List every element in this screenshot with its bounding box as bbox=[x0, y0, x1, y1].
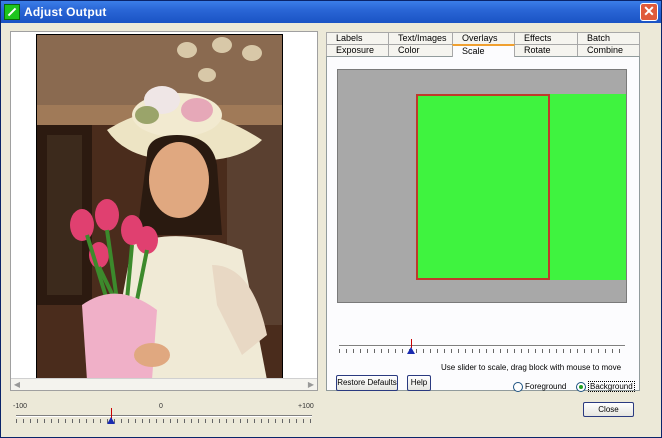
scale-canvas[interactable] bbox=[337, 69, 627, 303]
radio-foreground-dot[interactable] bbox=[513, 381, 523, 392]
tab-text-images[interactable]: Text/Images bbox=[388, 32, 453, 44]
tab-color[interactable]: Color bbox=[388, 44, 453, 56]
tab-labels[interactable]: Labels bbox=[326, 32, 389, 44]
horizontal-scrollbar[interactable]: ◀ ▶ bbox=[11, 378, 317, 390]
adjust-slider-thumb[interactable] bbox=[107, 417, 115, 424]
tab-scale[interactable]: Scale bbox=[452, 44, 515, 57]
radio-background[interactable]: Background bbox=[576, 381, 635, 393]
tab-overlays[interactable]: Overlays bbox=[452, 32, 515, 44]
tab-batch[interactable]: Batch bbox=[577, 32, 640, 44]
close-button[interactable]: Close bbox=[583, 402, 634, 417]
scale-block[interactable] bbox=[416, 94, 550, 280]
tab-effects[interactable]: Effects bbox=[514, 32, 578, 44]
radio-foreground[interactable]: Foreground bbox=[513, 381, 566, 393]
tab-rotate[interactable]: Rotate bbox=[514, 44, 578, 56]
adjust-output-dialog: Adjust Output ✕ ◀ ▶ -100 0 +100 Labels T… bbox=[0, 0, 662, 438]
tab-exposure[interactable]: Exposure bbox=[326, 44, 389, 56]
scale-slider-thumb[interactable] bbox=[407, 347, 415, 354]
slider-min-label: -100 bbox=[13, 403, 28, 410]
background-area bbox=[548, 94, 626, 280]
window-title: Adjust Output bbox=[24, 5, 107, 19]
adjust-slider[interactable] bbox=[16, 408, 312, 426]
radio-background-label: Background bbox=[588, 381, 635, 392]
radio-background-dot[interactable] bbox=[576, 381, 586, 392]
help-button[interactable]: Help bbox=[407, 375, 431, 391]
radio-foreground-label: Foreground bbox=[525, 382, 567, 391]
photo-preview-panel: ◀ ▶ bbox=[10, 31, 318, 391]
tab-combine[interactable]: Combine bbox=[577, 44, 640, 56]
scale-slider[interactable] bbox=[339, 339, 625, 356]
scroll-left-icon[interactable]: ◀ bbox=[12, 380, 22, 390]
portrait-photo bbox=[37, 35, 282, 378]
scale-hint-text: Use slider to scale, drag block with mou… bbox=[441, 363, 622, 372]
photo-preview bbox=[36, 34, 283, 379]
adjust-slider-ticks bbox=[16, 419, 312, 423]
scroll-right-icon[interactable]: ▶ bbox=[306, 380, 316, 390]
scale-slider-ticks bbox=[339, 349, 625, 353]
scale-tab-content: Use slider to scale, drag block with mou… bbox=[326, 56, 640, 393]
app-icon bbox=[4, 4, 20, 20]
slider-max-label: +100 bbox=[298, 403, 314, 410]
slider-mid-label: 0 bbox=[159, 403, 163, 410]
tab-panel: Labels Text/Images Overlays Effects Batch Ex… bbox=[326, 31, 640, 393]
restore-defaults-button[interactable]: Restore Defaults bbox=[336, 375, 398, 391]
scale-slider-track bbox=[339, 345, 625, 347]
title-bar[interactable]: Adjust Output ✕ bbox=[1, 1, 661, 23]
adjust-slider-track bbox=[16, 415, 312, 417]
close-window-button[interactable]: ✕ bbox=[640, 3, 658, 21]
